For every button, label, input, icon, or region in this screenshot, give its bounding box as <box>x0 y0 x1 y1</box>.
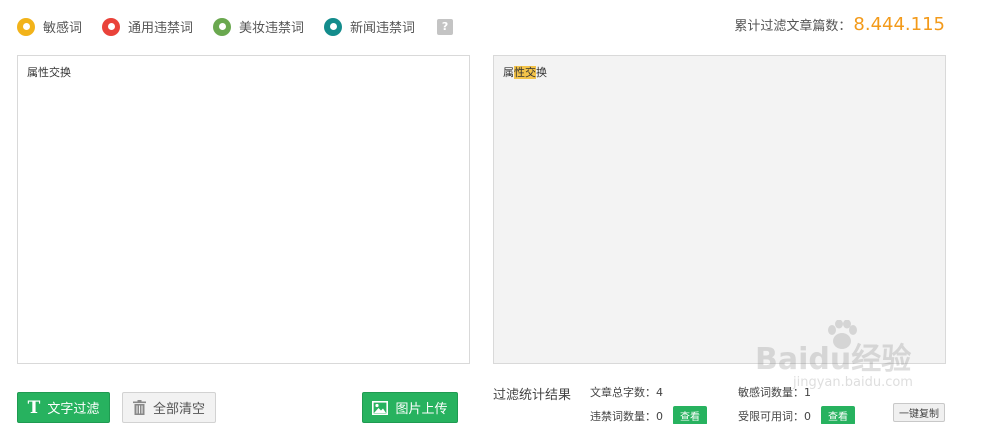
text-filter-button[interactable]: T 文字过滤 <box>17 392 110 423</box>
text-filter-label: 文字过滤 <box>47 402 100 417</box>
stat-total-words: 文章总字数：4 <box>590 384 663 400</box>
trash-icon <box>132 400 146 415</box>
highlighted-word: 性交 <box>514 66 536 79</box>
legend: 敏感词 通用违禁词 美妆违禁词 新闻违禁词 ? <box>17 17 454 36</box>
watermark-brand: Baidu经验 <box>755 342 912 377</box>
legend-sensitive[interactable]: 敏感词 <box>17 17 82 36</box>
image-upload-label: 图片上传 <box>395 402 448 417</box>
counter-label: 累计过滤文章篇数： <box>734 19 852 34</box>
output-text-pre: 属 <box>503 66 514 79</box>
stat-banned-count-text: 违禁词数量：0 <box>590 409 663 423</box>
legend-cosmetics-banned[interactable]: 美妆违禁词 <box>213 17 304 36</box>
output-panel: 属性交换 <box>493 55 946 364</box>
counter-value: 8.444.115 <box>853 14 945 35</box>
input-textarea[interactable]: 属性交换 <box>17 55 470 364</box>
stat-restricted-count-text: 受限可用词：0 <box>738 409 811 423</box>
filtered-article-counter: 累计过滤文章篇数： 8.444.115 <box>734 14 945 35</box>
stat-restricted-count: 受限可用词：0 查看 <box>738 406 855 424</box>
copy-button[interactable]: 一键复制 <box>893 403 945 422</box>
legend-news-banned[interactable]: 新闻违禁词 <box>324 17 415 36</box>
view-restricted-button[interactable]: 查看 <box>821 406 855 424</box>
stats-title: 过滤统计结果 <box>493 388 572 403</box>
image-upload-button[interactable]: 图片上传 <box>362 392 458 423</box>
legend-sensitive-label: 敏感词 <box>43 21 83 36</box>
stat-banned-count: 违禁词数量：0 查看 <box>590 406 707 424</box>
clear-all-label: 全部清空 <box>152 402 205 417</box>
legend-general-banned-label: 通用违禁词 <box>128 21 194 36</box>
stat-total-words-text: 文章总字数：4 <box>590 386 663 399</box>
legend-cosmetics-banned-label: 美妆违禁词 <box>239 21 305 36</box>
output-text-post: 换 <box>536 66 547 79</box>
watermark-url: jingyan.baidu.com <box>793 375 913 390</box>
news-banned-dot-icon <box>324 17 343 36</box>
view-banned-button[interactable]: 查看 <box>673 406 707 424</box>
text-t-icon: T <box>27 397 41 418</box>
legend-general-banned[interactable]: 通用违禁词 <box>102 17 193 36</box>
baidu-watermark: Baidu经验 jingyan.baidu.com <box>755 320 945 400</box>
input-text: 属性交换 <box>27 66 71 79</box>
help-icon[interactable]: ? <box>437 18 454 35</box>
sensitive-word-dot-icon <box>17 17 35 36</box>
clear-all-button[interactable]: 全部清空 <box>122 392 216 423</box>
cosmetics-banned-dot-icon <box>213 17 232 36</box>
output-text: 属性交换 <box>503 64 547 80</box>
general-banned-dot-icon <box>102 17 121 36</box>
image-icon <box>372 400 389 415</box>
legend-news-banned-label: 新闻违禁词 <box>350 21 416 36</box>
